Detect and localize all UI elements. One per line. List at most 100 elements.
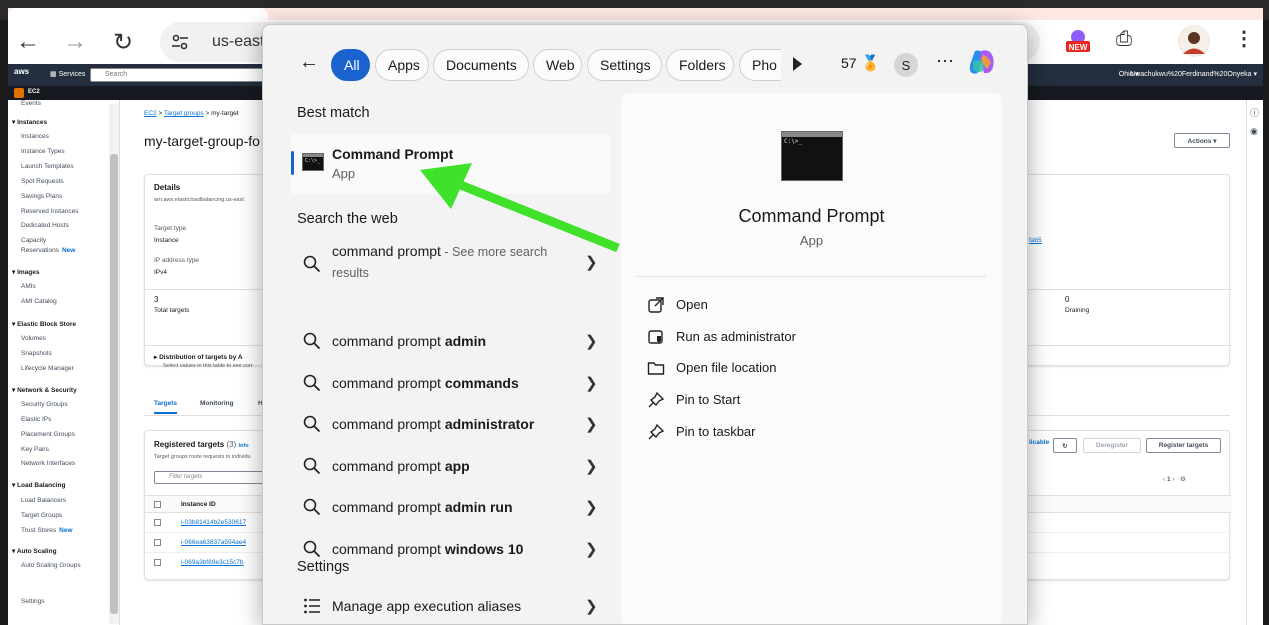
sidebar-section-network[interactable]: ▾ Network & Security	[12, 386, 77, 394]
web-result-item[interactable]: command prompt admin ❯	[291, 323, 611, 361]
sidebar-item-launch-templates[interactable]: Launch Templates	[21, 163, 74, 170]
rewards-medal-icon[interactable]: 🏅	[861, 54, 880, 72]
sidebar-item-snapshots[interactable]: Snapshots	[21, 350, 52, 357]
browser-menu-icon[interactable]: ⋮	[1234, 26, 1254, 51]
filter-folders[interactable]: Folders	[666, 49, 734, 81]
action-open-file-location[interactable]: Open file location	[647, 356, 977, 382]
info-panel-icon[interactable]: ⓘ	[1250, 106, 1259, 119]
action-pin-to-start[interactable]: Pin to Start	[647, 388, 977, 414]
account-avatar[interactable]: S	[894, 53, 918, 77]
sidebar-section-images[interactable]: ▾ Images	[12, 268, 39, 276]
filter-web[interactable]: Web	[533, 49, 582, 81]
actions-button[interactable]: Actions ▾	[1174, 133, 1230, 148]
sidebar-item-volumes[interactable]: Volumes	[21, 335, 46, 342]
sidebar-item-savings-plans[interactable]: Savings Plans	[21, 193, 62, 200]
sidebar-item-key-pairs[interactable]: Key Pairs	[21, 446, 49, 453]
back-arrow-icon[interactable]: ←	[12, 26, 44, 58]
services-menu[interactable]: ▦ Services	[50, 70, 85, 78]
sidebar-item-spot-requests[interactable]: Spot Requests	[21, 178, 64, 185]
instance-id-link[interactable]: i-069a3bf89e3c15c7b	[181, 559, 244, 566]
filter-settings[interactable]: Settings	[587, 49, 662, 81]
web-result-item[interactable]: command prompt commands ❯	[291, 365, 611, 403]
web-result-item[interactable]: command prompt administrator ❯	[291, 406, 611, 444]
more-options-icon[interactable]: ⋯	[936, 51, 955, 72]
action-open[interactable]: Open	[647, 293, 977, 319]
sidebar-item-auto-scaling-groups[interactable]: Auto Scaling Groups	[21, 562, 81, 569]
col-instance-id[interactable]: Instance ID	[181, 501, 216, 508]
row-checkbox[interactable]	[154, 519, 161, 526]
sidebar-item-instance-types[interactable]: Instance Types	[21, 148, 65, 155]
tab-targets[interactable]: Targets	[154, 400, 177, 414]
prev-page-icon[interactable]: ‹	[1163, 476, 1165, 483]
extensions-icon[interactable]: ⎙	[1116, 28, 1132, 51]
back-arrow-icon[interactable]: ←	[299, 51, 319, 74]
sidebar-item-amis[interactable]: AMIs	[21, 283, 36, 290]
copilot-icon[interactable]	[967, 47, 997, 77]
register-targets-button[interactable]: Register targets	[1146, 438, 1221, 453]
next-page-icon[interactable]: ›	[1172, 476, 1174, 483]
sidebar-item-events[interactable]: Events	[21, 100, 41, 107]
browser-tab[interactable]	[8, 8, 268, 20]
web-result-item[interactable]: command prompt - See more search results…	[291, 238, 611, 290]
load-balancer-link[interactable]: fab5	[1029, 237, 1042, 244]
anomaly-mitigation-link[interactable]: licable	[1029, 439, 1049, 446]
sidebar-section-instances[interactable]: ▾ Instances	[12, 118, 47, 126]
sidebar-item-lifecycle-manager[interactable]: Lifecycle Manager	[21, 365, 74, 372]
aws-logo[interactable]: aws	[14, 67, 29, 76]
sidebar-item-settings[interactable]: Settings	[21, 598, 45, 605]
sidebar-item-reserved-instances[interactable]: Reserved Instances	[21, 208, 78, 215]
breadcrumb-ec2[interactable]: EC2	[144, 110, 157, 117]
sidebar-item-security-groups[interactable]: Security Groups	[21, 401, 68, 408]
sidebar-item-capacity[interactable]: Capacity	[21, 237, 46, 244]
filter-apps[interactable]: Apps	[375, 49, 429, 81]
sidebar-item-placement-groups[interactable]: Placement Groups	[21, 431, 75, 438]
breadcrumb-target-groups[interactable]: Target groups	[164, 110, 204, 117]
filter-targets-input[interactable]: Filter targets	[154, 471, 264, 484]
preferences-gear-icon[interactable]: ⚙	[1180, 476, 1186, 483]
more-filters-arrow-icon[interactable]	[793, 57, 802, 71]
site-settings-icon[interactable]	[170, 32, 190, 52]
sidebar-item-trust-stores[interactable]: Trust Stores New	[21, 527, 73, 534]
row-checkbox[interactable]	[154, 539, 161, 546]
ec2-service-label[interactable]: EC2	[28, 89, 40, 95]
sidebar-section-auto-scaling[interactable]: ▾ Auto Scaling	[12, 547, 57, 555]
instance-id-link[interactable]: i-03b81414b2e530617	[181, 519, 246, 526]
best-match-result[interactable]: C:\>_ Command Prompt App	[291, 134, 611, 194]
help-panel-icon[interactable]: ◉	[1250, 126, 1258, 137]
row-checkbox[interactable]	[154, 559, 161, 566]
action-run-as-administrator[interactable]: Run as administrator	[647, 325, 977, 351]
account-menu[interactable]: Nwachukwu%20Ferdinand%20Onyeka ▾	[1130, 70, 1257, 78]
profile-avatar[interactable]	[1178, 25, 1210, 57]
info-link[interactable]: Info	[239, 443, 249, 449]
aws-search-input[interactable]: Search	[90, 68, 290, 82]
instance-id-link[interactable]: i-066ea63837a594ae4	[181, 539, 246, 546]
distribution-title[interactable]: ▸ Distribution of targets by A	[154, 353, 243, 361]
deregister-button[interactable]: Deregister	[1083, 438, 1141, 453]
filter-photos[interactable]: Pho	[739, 49, 781, 81]
scrollbar-thumb[interactable]	[110, 154, 118, 614]
new-feature-icon[interactable]: NEW	[1065, 28, 1091, 54]
forward-arrow-icon[interactable]: →	[59, 26, 91, 58]
web-result-item[interactable]: command prompt admin run ❯	[291, 489, 611, 527]
sidebar-item-elastic-ips[interactable]: Elastic IPs	[21, 416, 51, 423]
sidebar-item-dedicated-hosts[interactable]: Dedicated Hosts	[21, 222, 69, 229]
rewards-points[interactable]: 57	[841, 55, 857, 71]
sidebar-item-network-interfaces[interactable]: Network Interfaces	[21, 460, 75, 467]
sidebar-scrollbar[interactable]	[109, 104, 119, 624]
sidebar-section-load-balancing[interactable]: ▾ Load Balancing	[12, 481, 65, 489]
sidebar-item-target-groups[interactable]: Target Groups	[21, 512, 62, 519]
page-number[interactable]: 1	[1167, 476, 1171, 483]
sidebar-item-ami-catalog[interactable]: AMI Catalog	[21, 298, 57, 305]
filter-documents[interactable]: Documents	[433, 49, 529, 81]
sidebar-section-ebs[interactable]: ▾ Elastic Block Store	[12, 320, 76, 328]
settings-result-item[interactable]: Manage app execution aliases ❯	[291, 588, 611, 624]
sidebar-item-instances[interactable]: Instances	[21, 133, 49, 140]
sidebar-item-reservations[interactable]: Reservations New	[21, 247, 75, 254]
sidebar-item-load-balancers[interactable]: Load Balancers	[21, 497, 66, 504]
select-all-checkbox[interactable]	[154, 501, 161, 508]
tab-monitoring[interactable]: Monitoring	[200, 400, 234, 407]
filter-all[interactable]: All	[331, 49, 370, 81]
web-result-item[interactable]: command prompt app ❯	[291, 448, 611, 486]
action-pin-to-taskbar[interactable]: Pin to taskbar	[647, 420, 977, 446]
reload-icon[interactable]: ↻	[107, 26, 139, 58]
